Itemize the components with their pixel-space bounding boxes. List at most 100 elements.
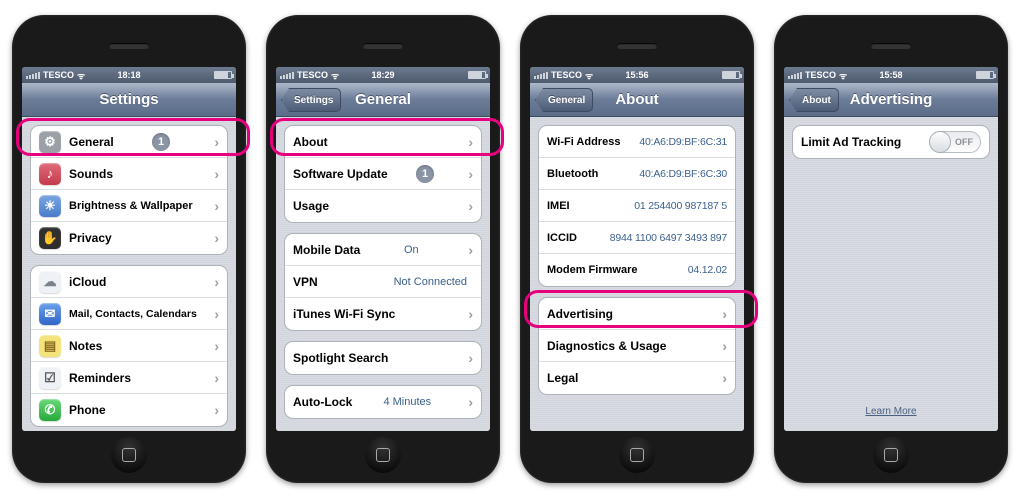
toggle-limit-ad-tracking[interactable]: OFF [929,131,981,153]
chevron-right-icon: › [722,370,727,386]
row-sounds[interactable]: ♪ Sounds › [31,158,227,190]
notes-icon: ▤ [39,335,61,357]
row-label: Mail, Contacts, Calendars [69,308,197,320]
status-bar: TESCO ᯤ 15:58 [784,67,998,83]
nav-title: General [355,91,411,108]
row-label: iTunes Wi-Fi Sync [293,307,395,321]
gear-icon: ⚙ [39,131,61,153]
nav-bar: About Advertising [784,83,998,117]
content-area: Limit Ad Tracking OFF Learn More [784,117,998,431]
row-diagnostics[interactable]: Diagnostics & Usage › [539,330,735,362]
row-mobile-data[interactable]: Mobile Data On › [285,234,481,266]
row-autolock[interactable]: Auto-Lock 4 Minutes › [285,386,481,418]
wifi-icon: ᯤ [77,69,85,82]
row-about[interactable]: About › [285,126,481,158]
privacy-icon: ✋ [39,227,61,249]
cloud-icon: ☁ [39,271,61,293]
chevron-right-icon: › [214,134,219,150]
settings-group: Mobile Data On › VPN Not Connected iTune… [284,233,482,331]
row-label: Legal [547,371,578,385]
iphone-frame: TESCO ᯤ 15:56 General About Wi-Fi Addres… [520,15,754,483]
home-button[interactable] [365,437,401,473]
signal-icon [26,72,40,79]
chevron-right-icon: › [214,370,219,386]
back-button[interactable]: About [789,88,839,112]
row-label: VPN [293,275,318,289]
row-value: Not Connected [394,276,467,288]
speaker-slot [871,43,911,49]
chevron-right-icon: › [214,198,219,214]
row-phone[interactable]: ✆ Phone › [31,394,227,426]
status-bar: TESCO ᯤ 18:18 [22,67,236,83]
row-imei: IMEI 01 254400 987187 5 [539,190,735,222]
row-value: 40:A6:D9:BF:6C:31 [639,136,727,148]
row-general[interactable]: ⚙ General 1 › [31,126,227,158]
row-value: On [404,244,419,256]
chevron-right-icon: › [722,306,727,322]
row-limit-ad-tracking: Limit Ad Tracking OFF [793,126,989,158]
signal-icon [534,72,548,79]
row-legal[interactable]: Legal › [539,362,735,394]
badge: 1 [416,165,434,183]
row-label: Spotlight Search [293,351,388,365]
row-usage[interactable]: Usage › [285,190,481,222]
row-value: 4 Minutes [383,396,431,408]
iphone-frame: TESCO ᯤ 15:58 About Advertising Limit Ad… [774,15,1008,483]
row-software-update[interactable]: Software Update 1 › [285,158,481,190]
back-button[interactable]: General [535,88,593,112]
row-icloud[interactable]: ☁ iCloud › [31,266,227,298]
learn-more-label: Learn More [865,406,916,417]
chevron-right-icon: › [214,274,219,290]
row-label: Diagnostics & Usage [547,339,666,353]
row-vpn[interactable]: VPN Not Connected [285,266,481,298]
row-label: About [293,135,328,149]
carrier-label: TESCO [551,70,582,80]
chevron-right-icon: › [214,306,219,322]
screen: TESCO ᯤ 15:56 General About Wi-Fi Addres… [530,67,744,431]
nav-bar: Settings [22,83,236,117]
row-label: Wi-Fi Address [547,136,620,148]
row-iccid: ICCID 8944 1100 6497 3493 897 [539,222,735,254]
settings-group: ☁ iCloud › ✉ Mail, Contacts, Calendars ›… [30,265,228,427]
content-area: ⚙ General 1 › ♪ Sounds › ☀ Brightness & … [22,117,236,431]
row-itunes-sync[interactable]: iTunes Wi-Fi Sync › [285,298,481,330]
row-label: Privacy [69,231,112,245]
wifi-icon: ᯤ [585,69,593,82]
row-label: Mobile Data [293,243,360,257]
settings-group: ⚙ General 1 › ♪ Sounds › ☀ Brightness & … [30,125,228,255]
row-spotlight[interactable]: Spotlight Search › [285,342,481,374]
row-label: Limit Ad Tracking [801,135,901,149]
row-label: Notes [69,339,102,353]
status-bar: TESCO ᯤ 18:29 [276,67,490,83]
screen: TESCO ᯤ 15:58 About Advertising Limit Ad… [784,67,998,431]
battery-icon [214,71,232,79]
home-button[interactable] [111,437,147,473]
settings-group: Spotlight Search › [284,341,482,375]
row-mail[interactable]: ✉ Mail, Contacts, Calendars › [31,298,227,330]
screen: TESCO ᯤ 18:18 Settings ⚙ General 1 › [22,67,236,431]
chevron-right-icon: › [468,350,473,366]
row-privacy[interactable]: ✋ Privacy › [31,222,227,254]
speaker-slot [109,43,149,49]
row-value: 04.12.02 [688,264,727,276]
home-button[interactable] [873,437,909,473]
row-reminders[interactable]: ☑ Reminders › [31,362,227,394]
row-label: Usage [293,199,329,213]
content-area: About › Software Update 1 › Usage › [276,117,490,431]
reminders-icon: ☑ [39,367,61,389]
row-brightness[interactable]: ☀ Brightness & Wallpaper › [31,190,227,222]
toggle-knob [929,131,951,153]
carrier-label: TESCO [297,70,328,80]
back-button[interactable]: Settings [281,88,341,112]
home-button[interactable] [619,437,655,473]
row-advertising[interactable]: Advertising › [539,298,735,330]
speaker-slot [363,43,403,49]
row-value: 40:A6:D9:BF:6C:30 [639,168,727,180]
chevron-right-icon: › [722,338,727,354]
learn-more-link[interactable]: Learn More [784,406,998,417]
iphone-frame: TESCO ᯤ 18:18 Settings ⚙ General 1 › [12,15,246,483]
back-label: General [548,95,585,106]
nav-title: Advertising [850,91,933,108]
row-label: Bluetooth [547,168,598,180]
row-notes[interactable]: ▤ Notes › [31,330,227,362]
